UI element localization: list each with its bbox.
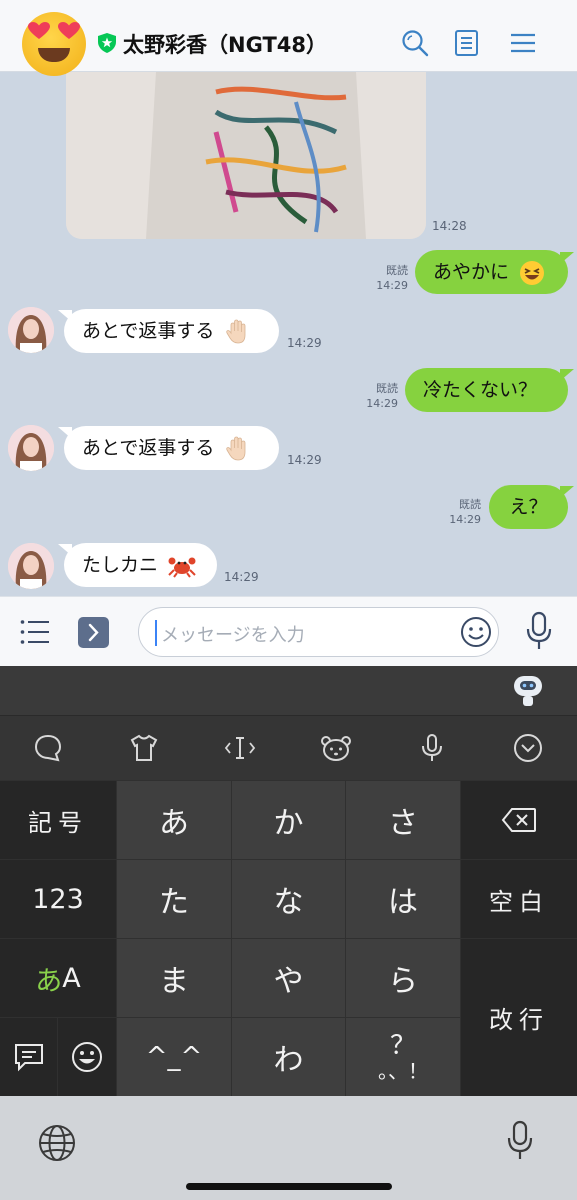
bot-icon[interactable] [512,674,544,708]
home-indicator[interactable] [186,1183,392,1190]
chat-bubble-icon[interactable] [32,732,64,764]
microphone-icon[interactable] [416,732,448,764]
shirt-icon[interactable] [128,732,160,764]
key-ka[interactable]: か [232,781,345,859]
bear-icon[interactable] [320,732,352,764]
chat-header: 太野彩香（NGT48） [0,0,577,76]
key-ra[interactable]: ら [346,939,460,1017]
message-input-bar: メッセージを入力 [0,596,577,666]
message-text: 冷たくない？ [423,379,538,401]
message-time: 14:29 [224,570,259,584]
chat-key[interactable] [0,1018,57,1096]
kana-alpha-toggle[interactable]: あA [0,939,116,1017]
incoming-message[interactable]: あとで返事する [64,426,279,470]
question-mark-label: ？ [389,1031,416,1061]
key-ma[interactable]: ま [117,939,231,1017]
input-placeholder: メッセージを入力 [161,625,305,646]
message-text: え？ [509,496,548,518]
raised-hand-icon [226,319,246,343]
emoji-icon [72,1042,102,1072]
alpha-mode-label: A [62,962,81,994]
space-key[interactable]: 空白 [461,860,577,938]
emoji-icon[interactable] [460,616,492,648]
notes-icon[interactable] [452,28,482,58]
key-ha[interactable]: は [346,860,460,938]
return-key[interactable]: 改行 [461,939,577,1096]
keyboard-toolbar [0,716,577,780]
read-receipt: 既読 14:29 [376,264,408,292]
official-badge-icon [98,33,116,53]
kana-mode-label: あ [35,965,63,997]
read-receipt: 既読 14:29 [449,498,481,526]
key-punctuation[interactable]: ？ 。、！ [346,1018,460,1096]
message-text: あとで返事する [82,437,215,459]
search-icon[interactable] [400,28,430,58]
microphone-icon[interactable] [506,1120,534,1162]
message-text: あやかに [433,261,510,283]
avatar[interactable] [8,425,54,471]
message-text: たしカニ [82,554,159,576]
avatar[interactable] [8,543,54,589]
crab-icon [168,557,196,578]
key-a[interactable]: あ [117,781,231,859]
message-text: あとで返事する [82,320,215,342]
key-ta[interactable]: た [117,860,231,938]
outgoing-message[interactable]: え？ [489,485,568,529]
chevron-down-icon[interactable] [512,732,544,764]
chevron-right-icon[interactable] [78,617,109,648]
outgoing-message[interactable]: 冷たくない？ [405,368,568,412]
heart-eyes-emoji-icon [22,12,86,76]
punctuation-label: 。、！ [378,1059,428,1083]
read-receipt: 既読 14:29 [366,382,398,410]
backspace-icon [501,808,536,832]
emoji-key[interactable] [58,1018,116,1096]
shared-photo[interactable] [66,72,426,239]
chat-title: 太野彩香（NGT48） [123,33,327,57]
key-symbols[interactable]: 記号 [0,781,116,859]
globe-icon[interactable] [38,1124,76,1162]
incoming-message[interactable]: たしカニ [64,543,217,587]
incoming-message[interactable]: あとで返事する [64,309,279,353]
chat-bubble-icon [14,1044,43,1072]
key-ya[interactable]: や [232,939,345,1017]
backspace-key[interactable] [461,781,577,859]
avatar[interactable] [8,307,54,353]
raised-hand-icon [226,436,246,460]
laughing-emoji-icon [520,260,545,285]
message-time: 14:29 [287,453,322,467]
text-cursor [155,620,157,646]
text-cursor-icon[interactable] [224,732,256,764]
key-na[interactable]: な [232,860,345,938]
key-kaomoji[interactable]: ^_^ [117,1018,231,1096]
keyboard-top-bar [0,666,577,716]
microphone-icon[interactable] [524,611,554,651]
key-sa[interactable]: さ [346,781,460,859]
key-wa[interactable]: わ [232,1018,345,1096]
menu-icon[interactable] [508,28,538,58]
list-icon[interactable] [20,619,50,645]
message-input[interactable]: メッセージを入力 [138,607,499,657]
message-time: 14:28 [432,219,467,233]
key-numbers[interactable]: 123 [0,860,116,938]
message-time: 14:29 [287,336,322,350]
outgoing-message[interactable]: あやかに [415,250,568,294]
